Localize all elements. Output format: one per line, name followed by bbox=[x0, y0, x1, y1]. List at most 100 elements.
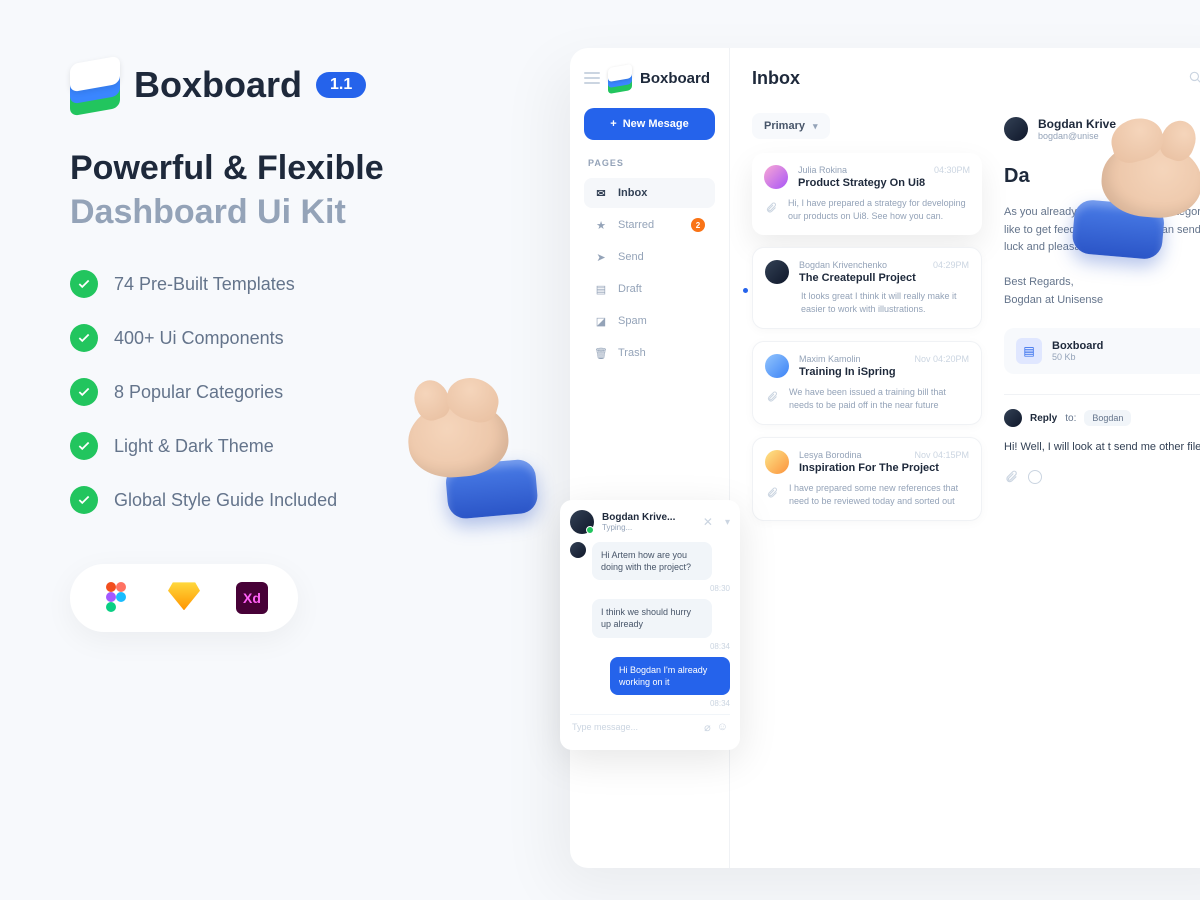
avatar bbox=[570, 542, 586, 558]
feature-item: 74 Pre-Built Templates bbox=[70, 270, 510, 298]
feature-list: 74 Pre-Built Templates 400+ Ui Component… bbox=[70, 270, 510, 514]
attachment-name: Boxboard bbox=[1052, 340, 1103, 352]
headline-line2: Dashboard Ui Kit bbox=[70, 190, 510, 234]
sketch-icon bbox=[168, 582, 200, 610]
star-icon: ★ bbox=[594, 218, 608, 232]
preview: We have been issued a training bill that… bbox=[789, 386, 969, 412]
reply-text[interactable]: Hi! Well, I will look at t send me other… bbox=[1004, 439, 1200, 456]
app-logo bbox=[608, 66, 632, 90]
filter-dropdown[interactable]: Primary ▾ bbox=[752, 113, 830, 139]
chat-bubble: I think we should hurry up already bbox=[592, 599, 712, 637]
chat-time: 08:34 bbox=[570, 699, 730, 708]
detail-subject: Da bbox=[1004, 165, 1200, 188]
feature-text: 8 Popular Categories bbox=[114, 382, 283, 403]
attach-icon[interactable]: ⌀ bbox=[704, 721, 711, 734]
chat-time: 08:30 bbox=[570, 584, 730, 593]
page-title: Inbox bbox=[752, 68, 800, 89]
chat-bubble: Hi Artem how are you doing with the proj… bbox=[592, 542, 712, 580]
message-card[interactable]: Bogdan Krivenchenko04:29PM The Createpul… bbox=[752, 247, 982, 329]
timestamp: Nov 04:15PM bbox=[914, 450, 969, 460]
feature-item: 400+ Ui Components bbox=[70, 324, 510, 352]
message-card[interactable]: Julia Rokina 04:30PM Product Strategy On … bbox=[752, 153, 982, 235]
nav-trash[interactable]: 🗑 Trash bbox=[584, 338, 715, 368]
search-icon bbox=[1188, 70, 1200, 87]
preview: I have prepared some new references that… bbox=[789, 482, 969, 508]
message-detail: Bogdan Krive bogdan@unise Da As you alre… bbox=[1004, 113, 1200, 533]
plus-icon: + bbox=[610, 118, 616, 130]
attach-icon[interactable] bbox=[1004, 470, 1018, 489]
feature-text: 400+ Ui Components bbox=[114, 328, 284, 349]
avatar bbox=[764, 165, 788, 189]
from-email: bogdan@unise bbox=[1038, 131, 1116, 141]
message-card[interactable]: Maxim KamolinNov 04:20PM Training In iSp… bbox=[752, 341, 982, 425]
headline: Powerful & Flexible Dashboard Ui Kit bbox=[70, 146, 510, 234]
chat-placeholder: Type message... bbox=[572, 722, 698, 732]
new-message-button[interactable]: + New Mesage bbox=[584, 108, 715, 140]
avatar bbox=[1004, 117, 1028, 141]
nav-label: Spam bbox=[618, 315, 647, 327]
check-icon bbox=[70, 324, 98, 352]
nav-list: ✉ Inbox ★ Starred 2 ➤ Send ▤ Draft ◪ Spa… bbox=[584, 178, 715, 368]
pages-label: PAGES bbox=[584, 158, 715, 168]
spam-icon: ◪ bbox=[594, 314, 608, 328]
check-icon bbox=[70, 270, 98, 298]
headline-line1: Powerful & Flexible bbox=[70, 146, 510, 190]
message-card[interactable]: Lesya BorodinaNov 04:15PM Inspiration Fo… bbox=[752, 437, 982, 521]
preview: Hi, I have prepared a strategy for devel… bbox=[788, 197, 970, 223]
figma-icon bbox=[100, 582, 132, 614]
avatar bbox=[765, 450, 789, 474]
sender: Julia Rokina bbox=[798, 165, 847, 175]
close-icon[interactable]: ✕ bbox=[703, 515, 713, 529]
emoji-icon[interactable] bbox=[1028, 470, 1042, 484]
sender: Lesya Borodina bbox=[799, 450, 862, 460]
reply-to-name: Bogdan bbox=[1084, 410, 1131, 426]
brand-row: Boxboard 1.1 bbox=[70, 60, 510, 110]
detail-body: As you already know, you a new category … bbox=[1004, 204, 1200, 257]
attachment-icon bbox=[764, 201, 778, 215]
tools-pill: Xd bbox=[70, 564, 298, 632]
feature-text: Global Style Guide Included bbox=[114, 490, 337, 511]
feature-text: 74 Pre-Built Templates bbox=[114, 274, 295, 295]
trash-icon: 🗑 bbox=[594, 346, 608, 360]
nav-spam[interactable]: ◪ Spam bbox=[584, 306, 715, 336]
chat-popup: Bogdan Krive... Typing... ✕ ▾ Hi Artem h… bbox=[560, 500, 740, 750]
chat-name: Bogdan Krive... bbox=[602, 512, 695, 523]
nav-send[interactable]: ➤ Send bbox=[584, 242, 715, 272]
chat-bubble-self: Hi Bogdan I'm already working on it bbox=[610, 657, 730, 695]
chevron-down-icon[interactable]: ▾ bbox=[725, 517, 730, 528]
subject: Product Strategy On Ui8 bbox=[798, 177, 970, 189]
hamburger-icon[interactable] bbox=[584, 72, 600, 84]
timestamp: Nov 04:20PM bbox=[914, 354, 969, 364]
check-icon bbox=[70, 432, 98, 460]
preview: It looks great I think it will really ma… bbox=[801, 290, 969, 316]
boxboard-logo bbox=[70, 60, 120, 110]
feature-item: Global Style Guide Included bbox=[70, 486, 510, 514]
reply-to-label: to: bbox=[1065, 413, 1076, 424]
message-list: Primary ▾ Julia Rokina 04:30PM Product St… bbox=[752, 113, 982, 533]
timestamp: 04:29PM bbox=[933, 260, 969, 270]
check-icon bbox=[70, 486, 98, 514]
attachment-icon bbox=[765, 390, 779, 404]
nav-label: Send bbox=[618, 251, 644, 263]
nav-label: Starred bbox=[618, 219, 654, 231]
nav-starred[interactable]: ★ Starred 2 bbox=[584, 210, 715, 240]
attachment[interactable]: ▤ Boxboard 50 Kb bbox=[1004, 328, 1200, 374]
envelope-icon: ✉ bbox=[594, 186, 608, 200]
reply-box: Reply to: Bogdan Hi! Well, I will look a… bbox=[1004, 394, 1200, 489]
attachment-size: 50 Kb bbox=[1052, 352, 1103, 362]
signoff: Bogdan at Unisense bbox=[1004, 291, 1200, 310]
check-icon bbox=[70, 378, 98, 406]
send-icon: ➤ bbox=[594, 250, 608, 264]
sender: Bogdan Krivenchenko bbox=[799, 260, 887, 270]
search-input[interactable]: Search bbox=[1188, 70, 1200, 87]
chevron-down-icon: ▾ bbox=[813, 121, 818, 132]
filter-label: Primary bbox=[764, 120, 805, 132]
nav-draft[interactable]: ▤ Draft bbox=[584, 274, 715, 304]
subject: Training In iSpring bbox=[799, 366, 969, 378]
chat-status: Typing... bbox=[602, 523, 695, 532]
brand-name: Boxboard bbox=[134, 64, 302, 106]
emoji-icon[interactable]: ☺ bbox=[717, 721, 728, 733]
timestamp: 04:30PM bbox=[934, 165, 970, 175]
nav-inbox[interactable]: ✉ Inbox bbox=[584, 178, 715, 208]
chat-input[interactable]: Type message... ⌀ ☺ bbox=[570, 714, 730, 740]
